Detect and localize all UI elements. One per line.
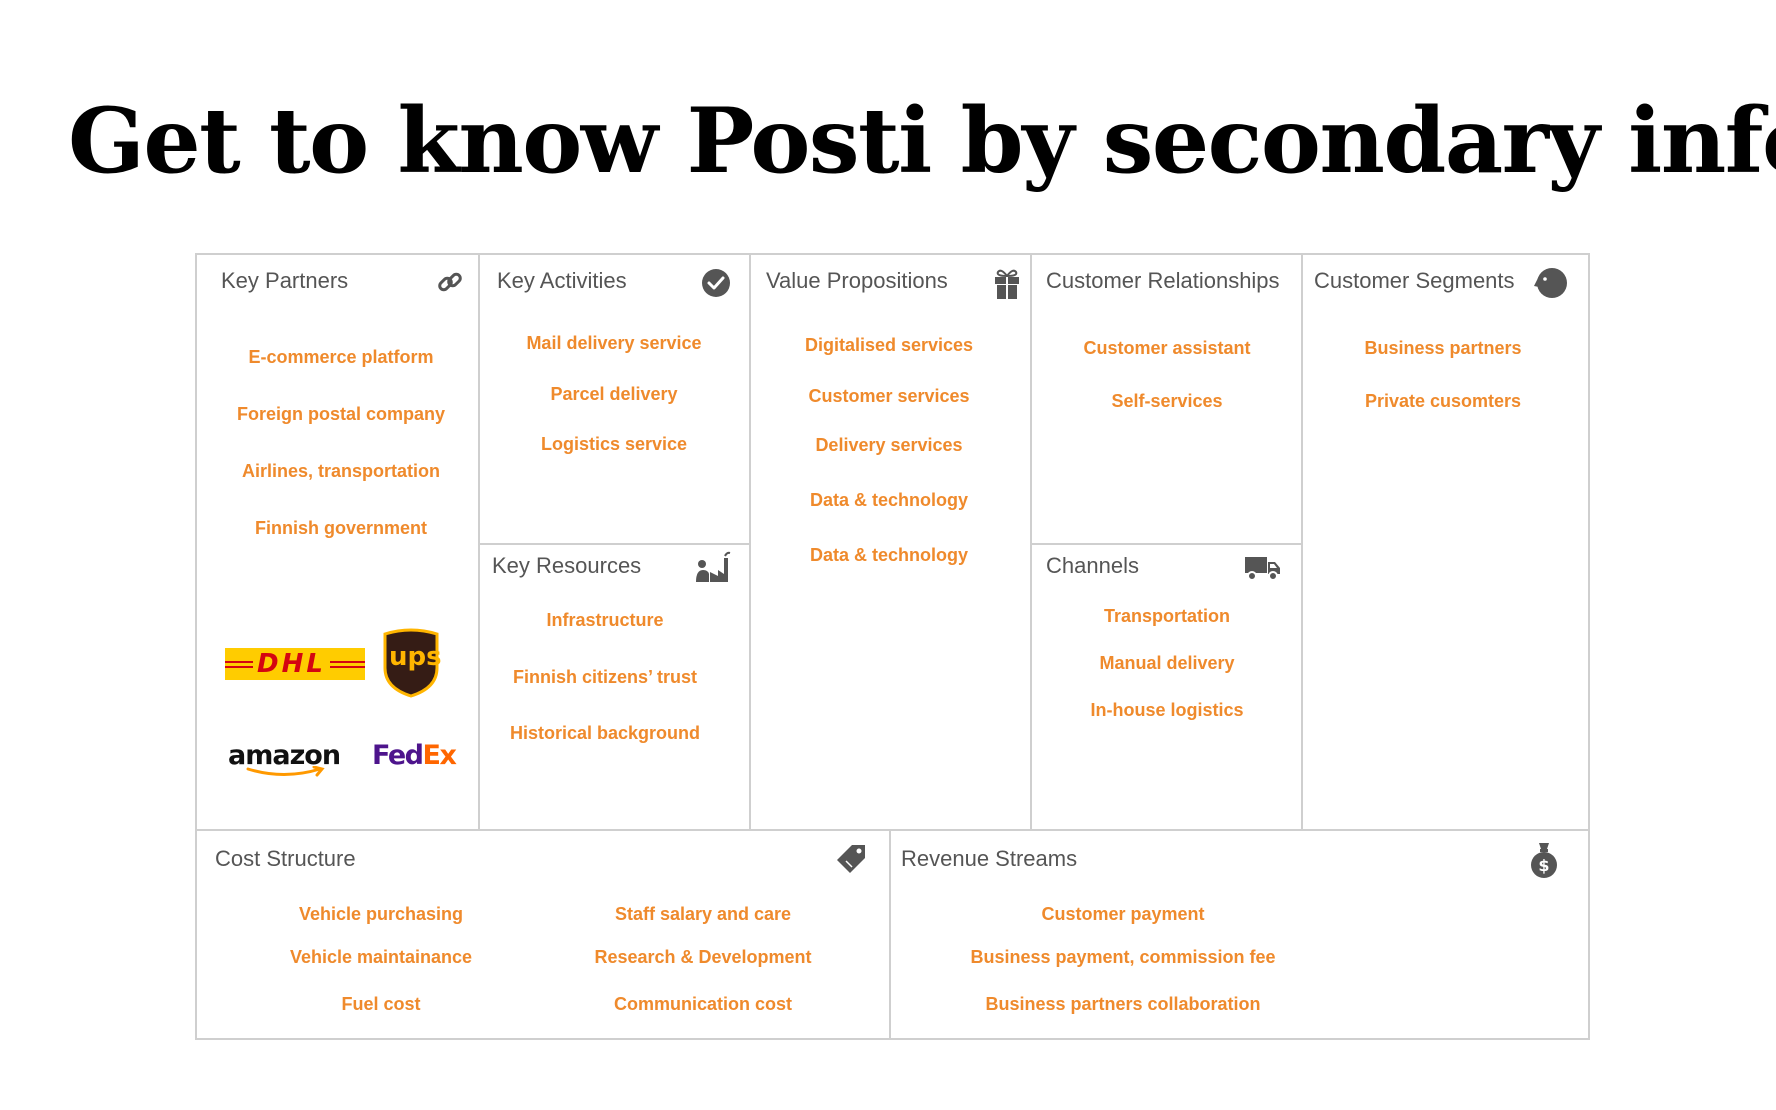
key-resources-item: Infrastructure: [546, 610, 664, 630]
cost-structure-item: Vehicle maintainance: [289, 947, 473, 967]
fedex-ex-text: Ex: [422, 740, 457, 771]
key-resources-heading: Key Resources: [492, 553, 642, 578]
key-partners-item: Foreign postal company: [236, 404, 446, 424]
customer-relationships-item: Self-services: [1111, 391, 1223, 411]
key-partners-item: Airlines, transportation: [241, 461, 441, 481]
gift-icon: [995, 269, 1019, 299]
key-resources-item: Historical background: [509, 723, 701, 743]
key-activities-item: Parcel delivery: [550, 384, 678, 404]
channels-block: [1030, 543, 1303, 831]
revenue-streams-heading: Revenue Streams: [901, 846, 1078, 871]
cost-structure-item: Staff salary and care: [614, 904, 792, 924]
money-bag-icon: $: [1531, 843, 1557, 878]
ups-logo-text: ups: [389, 642, 442, 672]
revenue-streams-item: Business payment, commission fee: [970, 947, 1276, 967]
value-propositions-item: Delivery services: [815, 435, 963, 455]
cost-structure-heading: Cost Structure: [215, 846, 356, 871]
factory-worker-icon: [696, 551, 731, 582]
ups-logo: ups: [381, 628, 442, 698]
fedex-fed-text: Fed: [372, 740, 424, 771]
cost-structure-item: Research & Development: [594, 947, 812, 967]
business-model-canvas: Key Partners E-commerce platform Foreign…: [0, 0, 1776, 1110]
svg-text:$: $: [1538, 856, 1549, 875]
key-activities-item: Logistics service: [540, 434, 688, 454]
key-partners-item: E-commerce platform: [248, 347, 434, 367]
key-partners-heading: Key Partners: [221, 268, 349, 293]
value-propositions-item: Digitalised services: [804, 335, 974, 355]
link-icon: [438, 272, 462, 292]
fedex-logo: FedEx: [372, 740, 462, 774]
amazon-logo: amazon: [228, 740, 341, 780]
value-propositions-heading: Value Propositions: [766, 268, 948, 293]
price-tag-icon: [837, 845, 865, 873]
revenue-streams-item: Business partners collaboration: [985, 994, 1261, 1014]
customer-segments-item: Business partners: [1364, 338, 1522, 358]
key-activities-item: Mail delivery service: [526, 333, 702, 353]
customer-segments-item: Private cusomters: [1364, 391, 1522, 411]
check-circle-icon: [702, 269, 730, 297]
key-activities-heading: Key Activities: [497, 268, 627, 293]
revenue-streams-item: Customer payment: [1041, 904, 1205, 924]
value-propositions-item: Data & technology: [809, 490, 969, 510]
cost-structure-item: Fuel cost: [341, 994, 421, 1014]
value-propositions-item: Data & technology: [809, 545, 969, 565]
dhl-logo: DHL: [225, 648, 365, 680]
channels-heading: Channels: [1046, 553, 1139, 578]
key-partners-item: Finnish government: [254, 518, 428, 538]
customer-relationships-item: Customer assistant: [1083, 338, 1251, 358]
value-propositions-item: Customer services: [808, 386, 970, 406]
customer-relationships-heading: Customer Relationships: [1046, 268, 1280, 293]
channels-item: In-house logistics: [1090, 700, 1244, 720]
channels-item: Manual delivery: [1099, 653, 1235, 673]
truck-icon: [1245, 557, 1280, 581]
dhl-logo-text: DHL: [253, 649, 330, 679]
person-head-icon: [1534, 268, 1567, 298]
customer-segments-heading: Customer Segments: [1314, 268, 1515, 293]
channels-item: Transportation: [1103, 606, 1231, 626]
key-resources-item: Finnish citizens’ trust: [512, 667, 698, 687]
cost-structure-item: Vehicle purchasing: [298, 904, 464, 924]
cost-structure-item: Communication cost: [613, 994, 793, 1014]
